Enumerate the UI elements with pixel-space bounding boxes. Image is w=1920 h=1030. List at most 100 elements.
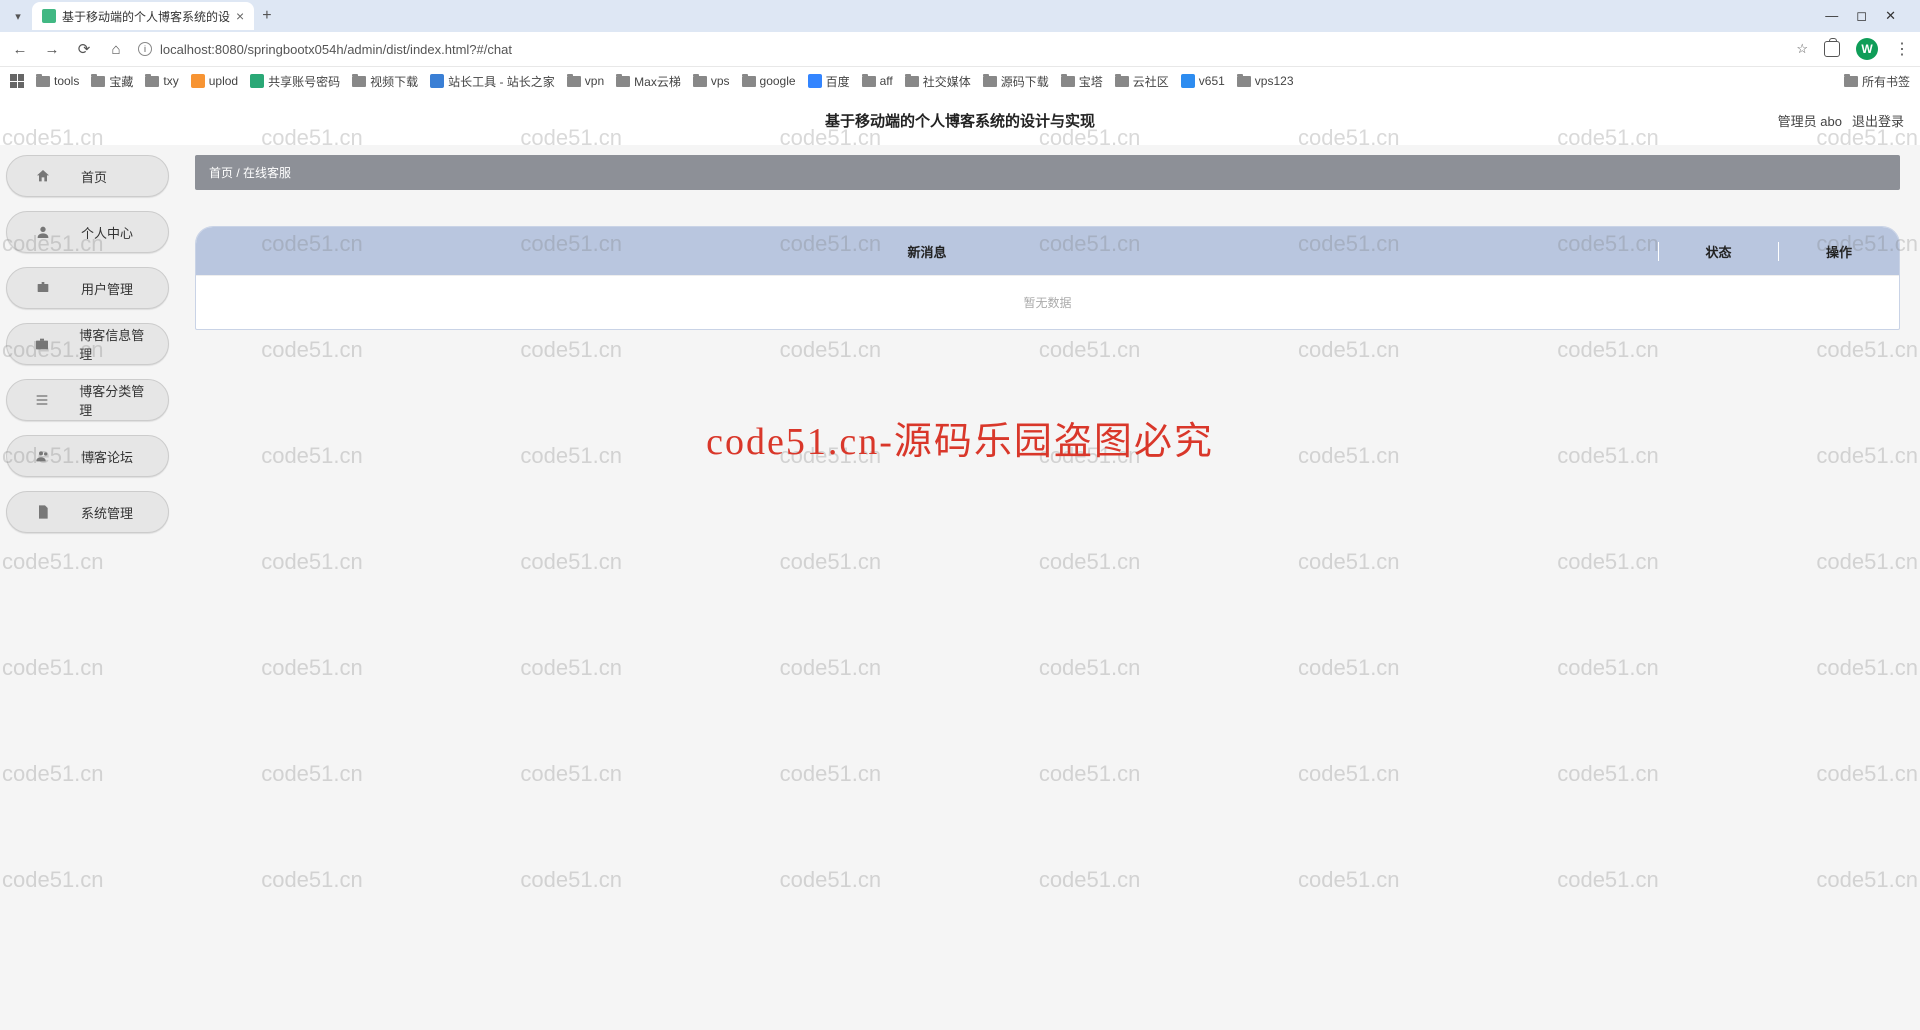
- folder-icon: [567, 76, 581, 87]
- people-icon: [21, 448, 65, 464]
- folder-icon: [1237, 76, 1251, 87]
- sidebar-item-label: 个人中心: [81, 223, 133, 242]
- app-body: 首页个人中心用户管理博客信息管理博客分类管理博客论坛系统管理 首页 / 在线客服…: [0, 145, 1920, 1030]
- folder-icon: [616, 76, 630, 87]
- site-icon: [808, 74, 822, 88]
- bookmark-item[interactable]: Max云梯: [616, 73, 681, 90]
- home-button[interactable]: ⌂: [106, 41, 126, 58]
- bookmark-item[interactable]: uplod: [191, 74, 238, 88]
- minimize-button[interactable]: —: [1825, 8, 1838, 24]
- page-title: 基于移动端的个人博客系统的设计与实现: [825, 110, 1095, 131]
- sidebar: 首页个人中心用户管理博客信息管理博客分类管理博客论坛系统管理: [0, 145, 175, 1030]
- badge-icon: [21, 280, 65, 296]
- bookmark-item[interactable]: tools: [36, 74, 79, 88]
- breadcrumb-home[interactable]: 首页: [209, 166, 233, 180]
- bookmark-item[interactable]: 视频下载: [352, 73, 418, 90]
- bookmark-item[interactable]: 宝塔: [1061, 73, 1103, 90]
- list-icon: [21, 392, 63, 408]
- folder-icon: [862, 76, 876, 87]
- folder-icon: [352, 76, 366, 87]
- bookmark-item[interactable]: 百度: [808, 73, 850, 90]
- folder-icon: [145, 76, 159, 87]
- apps-grid-icon[interactable]: [10, 74, 24, 88]
- sidebar-item-label: 首页: [81, 167, 107, 186]
- bookmark-item[interactable]: vpn: [567, 74, 604, 88]
- table-header: 新消息 状态 操作: [196, 227, 1899, 275]
- window-controls: — ◻ ✕: [1825, 8, 1912, 24]
- all-bookmarks-label: 所有书签: [1862, 73, 1910, 90]
- all-bookmarks-button[interactable]: 所有书签: [1844, 73, 1910, 90]
- sidebar-item-home[interactable]: 首页: [6, 155, 169, 197]
- bookmark-item[interactable]: v651: [1181, 74, 1225, 88]
- bookmark-item[interactable]: vps: [693, 74, 730, 88]
- forward-button[interactable]: →: [42, 41, 62, 58]
- bookmarks-bar: tools 宝藏 txy uplod 共享账号密码视频下载站长工具 - 站长之家 vpn M…: [0, 66, 1920, 95]
- main-content: 首页 / 在线客服 新消息 状态 操作 暂无数据: [175, 145, 1920, 1030]
- site-icon: [1181, 74, 1195, 88]
- close-window-button[interactable]: ✕: [1885, 8, 1896, 24]
- folder-icon: [91, 76, 105, 87]
- vue-favicon-icon: [42, 9, 56, 23]
- doc-icon: [21, 504, 65, 520]
- bookmark-item[interactable]: txy: [145, 74, 178, 88]
- sidebar-item-label: 博客分类管理: [79, 381, 154, 419]
- maximize-button[interactable]: ◻: [1856, 8, 1867, 24]
- bookmark-item[interactable]: vps123: [1237, 74, 1294, 88]
- sidebar-item-label: 博客论坛: [81, 447, 133, 466]
- bookmark-item[interactable]: 宝藏: [91, 73, 133, 90]
- folder-icon: [983, 76, 997, 87]
- back-button[interactable]: ←: [10, 41, 30, 58]
- folder-icon: [1061, 76, 1075, 87]
- message-table: 新消息 状态 操作 暂无数据: [195, 226, 1900, 330]
- bookmark-item[interactable]: 云社区: [1115, 73, 1169, 90]
- folder-icon: [693, 76, 707, 87]
- folder-icon: [36, 76, 50, 87]
- breadcrumb: 首页 / 在线客服: [195, 155, 1900, 190]
- site-icon: [191, 74, 205, 88]
- url-text: localhost:8080/springbootx054h/admin/dis…: [160, 42, 512, 57]
- folder-icon: [742, 76, 756, 87]
- reload-button[interactable]: ⟳: [74, 40, 94, 58]
- col-status: 状态: [1659, 242, 1779, 261]
- bookmark-item[interactable]: 源码下载: [983, 73, 1049, 90]
- sidebar-item-briefcase[interactable]: 博客信息管理: [6, 323, 169, 365]
- sidebar-item-people[interactable]: 博客论坛: [6, 435, 169, 477]
- current-user-label: 管理员 abo: [1778, 111, 1842, 130]
- sidebar-item-list[interactable]: 博客分类管理: [6, 379, 169, 421]
- bookmark-star-icon[interactable]: ☆: [1796, 41, 1808, 57]
- tab-list-dropdown[interactable]: ▾: [8, 6, 28, 26]
- new-tab-button[interactable]: +: [262, 7, 271, 25]
- sidebar-item-label: 博客信息管理: [79, 325, 154, 363]
- browser-tab[interactable]: 基于移动端的个人博客系统的设 ×: [32, 2, 254, 30]
- sidebar-item-doc[interactable]: 系统管理: [6, 491, 169, 533]
- folder-icon: [1115, 76, 1129, 87]
- col-new-message: 新消息: [196, 242, 1659, 261]
- logout-link[interactable]: 退出登录: [1852, 111, 1904, 130]
- breadcrumb-current: 在线客服: [243, 166, 291, 180]
- bookmark-item[interactable]: 社交媒体: [905, 73, 971, 90]
- folder-icon: [1844, 76, 1858, 87]
- bookmark-item[interactable]: 站长工具 - 站长之家: [430, 73, 555, 90]
- browser-chrome: ▾ 基于移动端的个人博客系统的设 × + — ◻ ✕ ← → ⟳ ⌂ i loc…: [0, 0, 1920, 95]
- bookmark-item[interactable]: 共享账号密码: [250, 73, 340, 90]
- close-tab-icon[interactable]: ×: [236, 8, 244, 24]
- folder-icon: [905, 76, 919, 87]
- extensions-icon[interactable]: [1824, 41, 1840, 57]
- sidebar-item-person[interactable]: 个人中心: [6, 211, 169, 253]
- home-icon: [21, 168, 65, 184]
- bookmark-item[interactable]: google: [742, 74, 796, 88]
- sidebar-item-label: 系统管理: [81, 503, 133, 522]
- col-operation: 操作: [1779, 242, 1899, 261]
- site-info-icon[interactable]: i: [138, 42, 152, 56]
- site-icon: [250, 74, 264, 88]
- sidebar-item-label: 用户管理: [81, 279, 133, 298]
- person-icon: [21, 224, 65, 240]
- profile-avatar[interactable]: W: [1856, 38, 1878, 60]
- bookmark-item[interactable]: aff: [862, 74, 893, 88]
- tab-bar: ▾ 基于移动端的个人博客系统的设 × + — ◻ ✕: [0, 0, 1920, 32]
- sidebar-item-badge[interactable]: 用户管理: [6, 267, 169, 309]
- nav-bar: ← → ⟳ ⌂ i localhost:8080/springbootx054h…: [0, 32, 1920, 66]
- browser-menu-icon[interactable]: ⋮: [1894, 39, 1910, 59]
- tab-title: 基于移动端的个人博客系统的设: [62, 8, 230, 25]
- address-bar[interactable]: i localhost:8080/springbootx054h/admin/d…: [138, 38, 1910, 60]
